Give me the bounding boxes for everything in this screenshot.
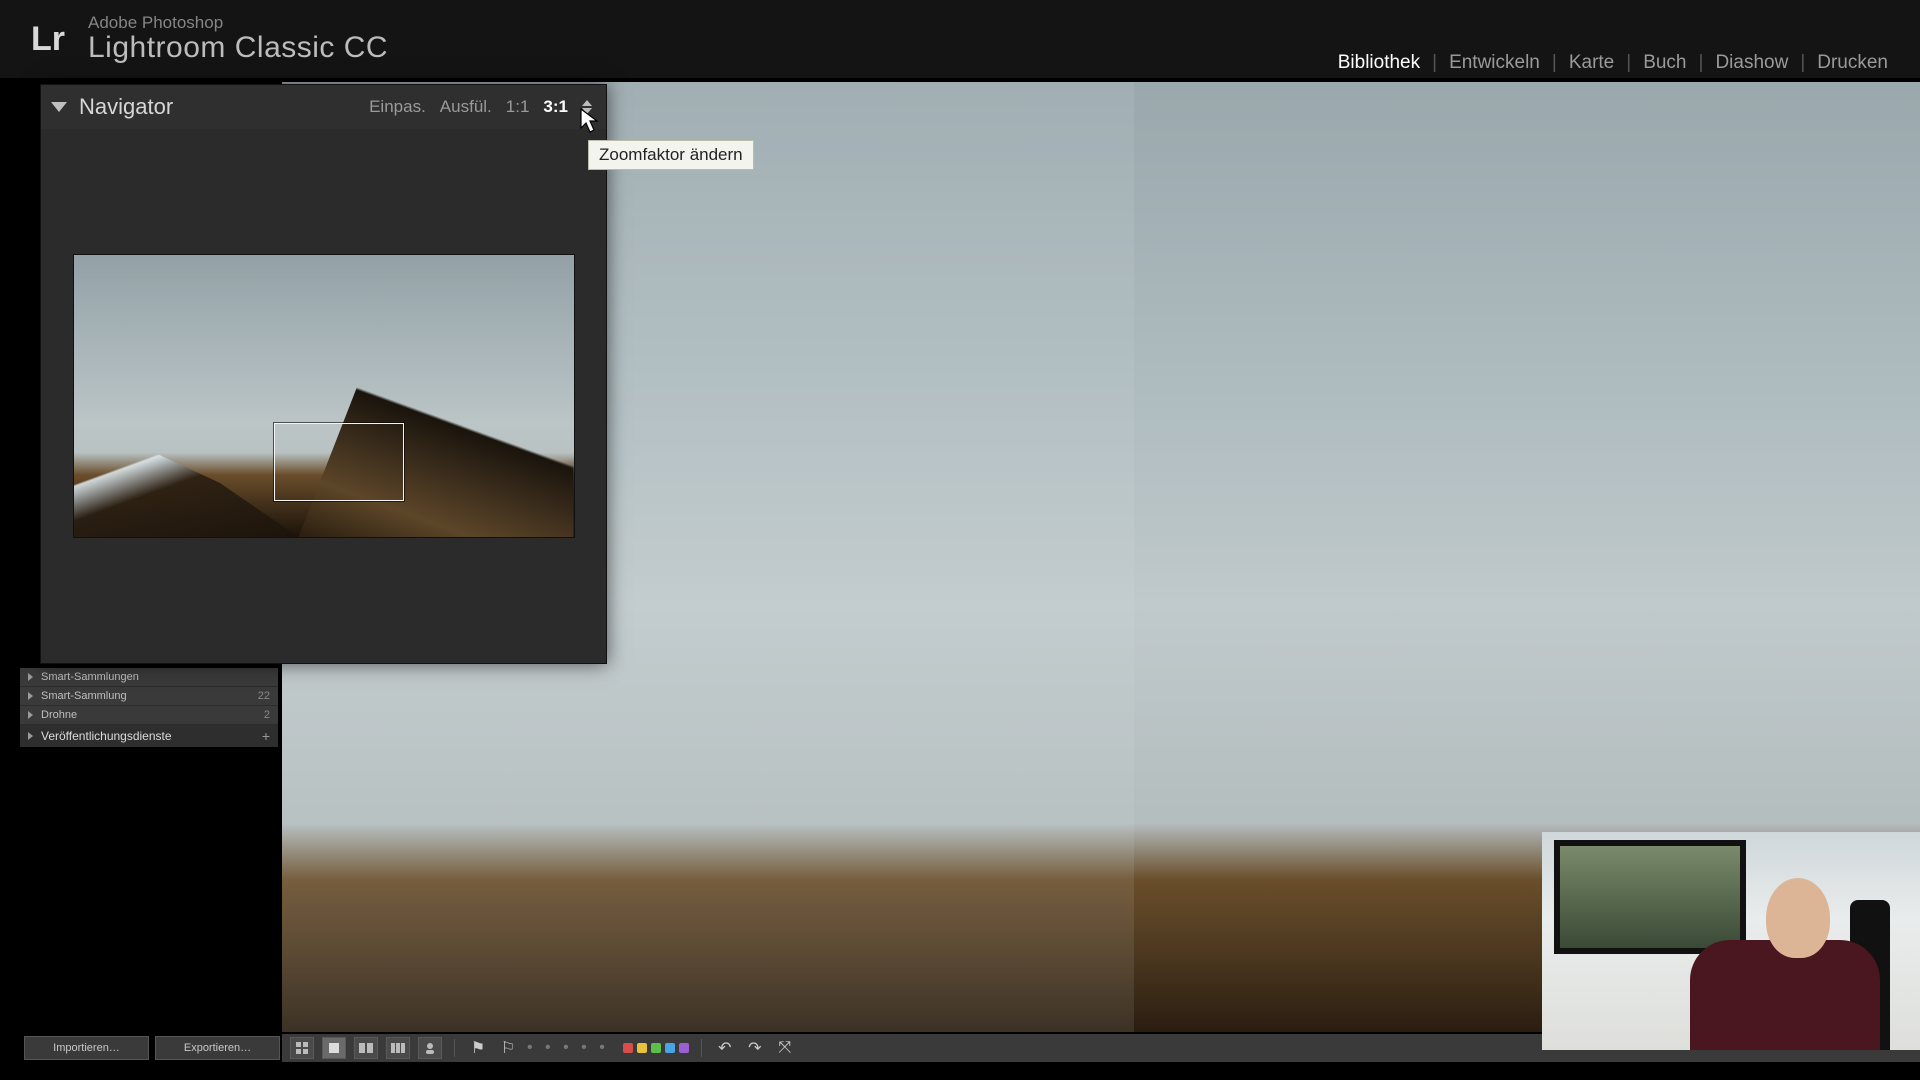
brand-line-2: Lightroom Classic CC — [88, 32, 388, 64]
zoom-tooltip: Zoomfaktor ändern — [588, 140, 754, 170]
module-drucken[interactable]: Drucken — [1805, 52, 1900, 74]
collection-label: Smart-Sammlungen — [41, 671, 139, 683]
chevron-up-icon — [582, 100, 592, 106]
disclosure-right-icon — [28, 711, 33, 719]
color-label-yellow[interactable] — [637, 1043, 647, 1053]
app-logo: Lr Adobe Photoshop Lightroom Classic CC — [24, 14, 388, 63]
color-label-blue[interactable] — [665, 1043, 675, 1053]
app-header: Lr Adobe Photoshop Lightroom Classic CC … — [0, 0, 1920, 78]
logo-mark-icon: Lr — [24, 15, 72, 63]
zoom-fill[interactable]: Ausfül. — [440, 97, 492, 117]
collection-label: Drohne — [41, 709, 77, 721]
view-survey-button[interactable] — [386, 1037, 410, 1059]
navigator-zoom-options: Einpas. Ausfül. 1:1 3:1 — [369, 95, 592, 119]
publish-services-header[interactable]: Veröffentlichungsdienste + — [20, 725, 278, 747]
collection-row-smart-sammlungen[interactable]: Smart-Sammlungen — [20, 668, 278, 687]
rotate-ccw-button[interactable]: ↶ — [714, 1038, 736, 1058]
view-grid-button[interactable] — [290, 1037, 314, 1059]
module-karte[interactable]: Karte — [1557, 52, 1626, 74]
navigator-header: Navigator Einpas. Ausfül. 1:1 3:1 — [41, 85, 606, 129]
navigator-preview-image[interactable] — [74, 255, 574, 537]
collection-row-drohne[interactable]: Drohne 2 — [20, 706, 278, 725]
rotate-cw-button[interactable]: ↷ — [744, 1038, 766, 1058]
rating-stars[interactable]: • • • • • — [527, 1039, 609, 1057]
view-people-button[interactable] — [418, 1037, 442, 1059]
navigator-preview-container — [41, 129, 606, 663]
publish-services-label: Veröffentlichungsdienste — [41, 729, 172, 743]
disclosure-right-icon — [28, 732, 33, 740]
collection-count: 22 — [258, 690, 270, 702]
webcam-torso — [1690, 940, 1880, 1050]
module-buch[interactable]: Buch — [1631, 52, 1698, 74]
view-loupe-button[interactable] — [322, 1037, 346, 1059]
color-label-red[interactable] — [623, 1043, 633, 1053]
zoom-custom[interactable]: 3:1 — [543, 97, 568, 117]
webcam-person — [1680, 860, 1890, 1050]
color-label-purple[interactable] — [679, 1043, 689, 1053]
export-button[interactable]: Exportieren… — [155, 1036, 280, 1060]
zoom-1to1[interactable]: 1:1 — [506, 97, 530, 117]
module-bibliothek[interactable]: Bibliothek — [1326, 52, 1432, 74]
zoom-fit[interactable]: Einpas. — [369, 97, 426, 117]
chevron-down-icon — [582, 108, 592, 114]
preview-mountain-left — [74, 402, 299, 537]
module-entwickeln[interactable]: Entwickeln — [1437, 52, 1552, 74]
zoom-stepper[interactable] — [582, 95, 592, 119]
disclosure-right-icon — [28, 692, 33, 700]
navigator-panel: Navigator Einpas. Ausfül. 1:1 3:1 — [40, 84, 607, 664]
module-picker: Bibliothek | Entwickeln | Karte | Buch |… — [1326, 52, 1900, 74]
sync-button[interactable]: ⤧ — [774, 1038, 796, 1058]
color-label-picker — [623, 1043, 689, 1053]
collection-label: Smart-Sammlung — [41, 690, 127, 702]
import-export-buttons: Importieren… Exportieren… — [24, 1036, 280, 1060]
flag-pick-icon[interactable]: ⚑ — [467, 1038, 489, 1058]
collection-row-smart-sammlung[interactable]: Smart-Sammlung 22 — [20, 687, 278, 706]
webcam-overlay — [1542, 832, 1920, 1050]
add-publish-service-button[interactable]: + — [262, 728, 270, 744]
disclosure-right-icon — [28, 673, 33, 681]
navigator-disclosure-icon[interactable] — [51, 102, 67, 112]
color-label-green[interactable] — [651, 1043, 661, 1053]
navigator-title: Navigator — [79, 94, 173, 120]
module-diashow[interactable]: Diashow — [1703, 52, 1800, 74]
left-sidebar: Smart-Sammlungen Smart-Sammlung 22 Drohn… — [20, 668, 278, 747]
import-button[interactable]: Importieren… — [24, 1036, 149, 1060]
toolbar-separator — [454, 1039, 455, 1057]
toolbar-separator — [701, 1039, 702, 1057]
navigator-viewport-rectangle[interactable] — [274, 423, 404, 501]
brand-line-1: Adobe Photoshop — [88, 14, 388, 32]
view-compare-button[interactable] — [354, 1037, 378, 1059]
collection-count: 2 — [264, 709, 270, 721]
webcam-head — [1766, 878, 1830, 958]
flag-reject-icon[interactable]: ⚐ — [497, 1038, 519, 1058]
